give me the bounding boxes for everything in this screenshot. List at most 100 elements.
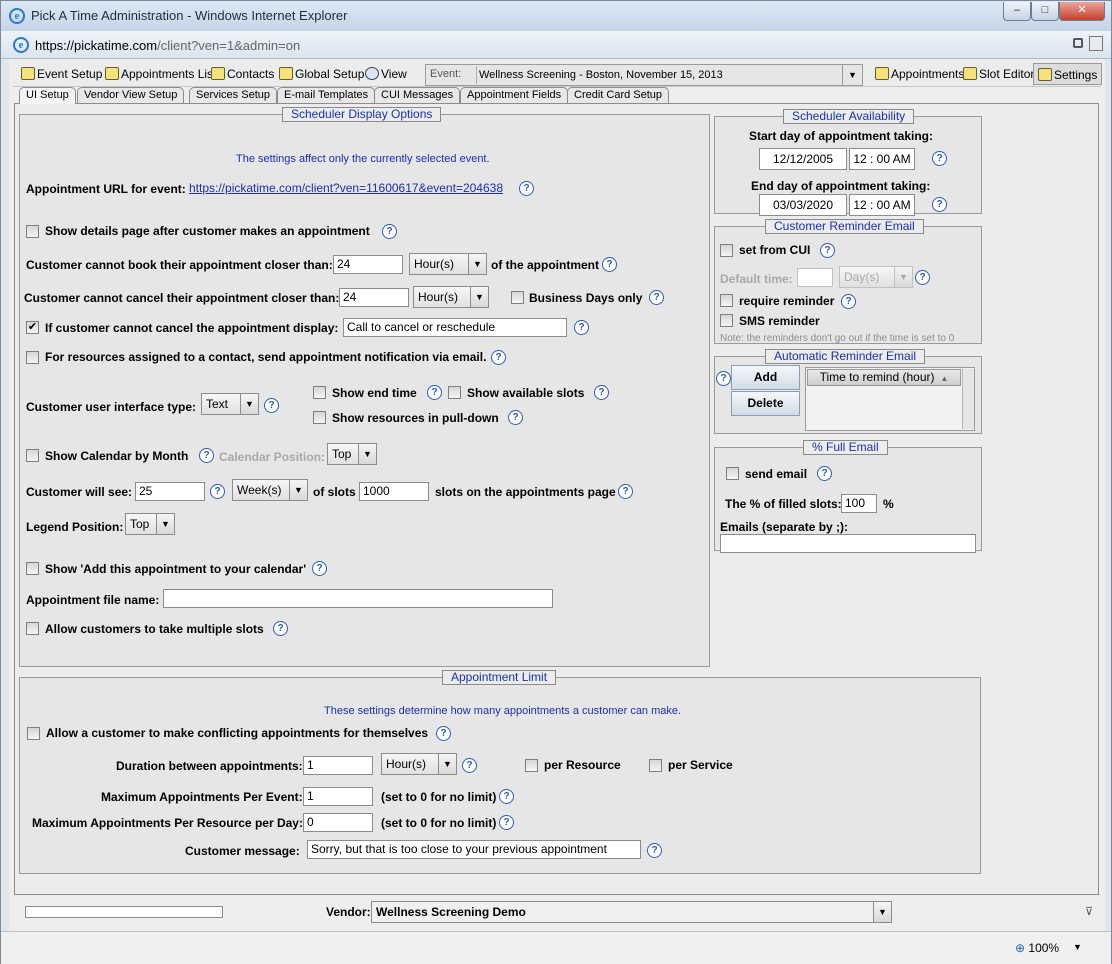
start-time-input[interactable]: 12 : 00 AM: [849, 148, 915, 170]
file-name-input[interactable]: [163, 589, 553, 608]
duration-input[interactable]: 1: [303, 756, 373, 775]
customer-see-input[interactable]: 25: [135, 482, 205, 501]
tab-vendor-view-setup[interactable]: Vendor View Setup: [77, 87, 185, 103]
calendar-position-select[interactable]: Top ▼: [327, 443, 377, 465]
require-reminder-checkbox[interactable]: [720, 294, 733, 307]
appointments-list-button[interactable]: Appointments Lis: [105, 65, 213, 83]
duration-help-icon[interactable]: ?: [462, 758, 477, 773]
multiple-slots-checkbox[interactable]: [26, 622, 39, 635]
max-resource-help-icon[interactable]: ?: [499, 815, 514, 830]
max-resource-input[interactable]: 0: [303, 813, 373, 832]
appointments-button[interactable]: Appointments: [875, 65, 964, 83]
conflicting-help-icon[interactable]: ?: [436, 726, 451, 741]
customer-see-unit-select[interactable]: Week(s) ▼: [232, 479, 308, 501]
duration-unit-select[interactable]: Hour(s) ▼: [381, 753, 457, 775]
customer-see-help-icon[interactable]: ?: [210, 484, 225, 499]
show-resources-pulldown-checkbox[interactable]: [313, 411, 326, 424]
resources-notify-checkbox[interactable]: [26, 351, 39, 364]
cancel-closer-unit-select[interactable]: Hour(s) ▼: [413, 286, 489, 308]
slot-editor-button[interactable]: Slot Editor: [963, 65, 1034, 83]
calendar-by-month-checkbox[interactable]: [26, 449, 39, 462]
customer-message-input[interactable]: Sorry, but that is too close to your pre…: [307, 840, 641, 859]
send-email-help-icon[interactable]: ?: [817, 466, 832, 481]
cancel-display-help-icon[interactable]: ?: [574, 320, 589, 335]
default-time-help-icon[interactable]: ?: [915, 270, 930, 285]
calendar-by-month-help-icon[interactable]: ?: [199, 448, 214, 463]
send-email-checkbox[interactable]: [726, 467, 739, 480]
view-button[interactable]: View: [365, 65, 407, 83]
cancel-closer-input[interactable]: 24: [339, 288, 409, 307]
book-closer-unit-select[interactable]: Hour(s) ▼: [409, 253, 487, 275]
event-dropdown-arrow-icon[interactable]: ▼: [842, 65, 862, 85]
zoom-dropdown-icon[interactable]: ▼: [1073, 942, 1082, 952]
tab-email-templates[interactable]: E-mail Templates: [277, 87, 376, 103]
slots-input[interactable]: 1000: [359, 482, 429, 501]
end-time-input[interactable]: 12 : 00 AM: [849, 194, 915, 216]
slots-help-icon[interactable]: ?: [618, 484, 633, 499]
url-text[interactable]: https://pickatime.com/client?ven=1&admin…: [35, 38, 300, 53]
tab-services-setup[interactable]: Services Setup: [189, 87, 277, 103]
resize-grip-icon[interactable]: ⊽: [1085, 905, 1093, 918]
max-event-input[interactable]: 1: [303, 787, 373, 806]
reminder-table-scrollbar[interactable]: [962, 369, 974, 429]
show-available-slots-help-icon[interactable]: ?: [594, 385, 609, 400]
vendor-select[interactable]: Wellness Screening Demo ▼: [371, 901, 892, 923]
event-selector[interactable]: Event: Wellness Screening - Boston, Nove…: [425, 64, 863, 86]
minimize-button[interactable]: –: [1003, 2, 1031, 21]
show-end-time-checkbox[interactable]: [313, 386, 326, 399]
resources-notify-help-icon[interactable]: ?: [491, 350, 506, 365]
settings-button[interactable]: Settings: [1033, 63, 1103, 85]
address-bar[interactable]: e https://pickatime.com/client?ven=1&adm…: [1, 31, 1111, 59]
require-reminder-help-icon[interactable]: ?: [841, 294, 856, 309]
book-closer-input[interactable]: 24: [333, 255, 403, 274]
tab-cui-messages[interactable]: CUI Messages: [374, 87, 461, 103]
url-help-icon[interactable]: ?: [519, 181, 534, 196]
set-from-cui-checkbox[interactable]: [720, 244, 733, 257]
appointment-url-link[interactable]: https://pickatime.com/client?ven=1160061…: [189, 181, 503, 195]
cancel-display-input[interactable]: Call to cancel or reschedule: [343, 318, 567, 337]
tab-appointment-fields[interactable]: Appointment Fields: [460, 87, 569, 103]
delete-reminder-button[interactable]: Delete: [731, 391, 800, 416]
business-days-checkbox[interactable]: [511, 291, 524, 304]
show-available-slots-checkbox[interactable]: [448, 386, 461, 399]
contacts-button[interactable]: Contacts: [211, 65, 274, 83]
show-details-checkbox[interactable]: [26, 225, 39, 238]
auto-reminder-help-icon[interactable]: ?: [716, 371, 731, 386]
conflicting-checkbox[interactable]: [27, 727, 40, 740]
tab-credit-card-setup[interactable]: Credit Card Setup: [567, 87, 670, 103]
show-resources-pulldown-help-icon[interactable]: ?: [508, 410, 523, 425]
end-day-help-icon[interactable]: ?: [932, 197, 947, 212]
tab-ui-setup[interactable]: UI Setup: [19, 87, 76, 104]
cancel-display-checkbox[interactable]: ✔: [26, 321, 39, 334]
add-calendar-checkbox[interactable]: [26, 562, 39, 575]
filled-slots-input[interactable]: 100: [841, 494, 877, 513]
maximize-button[interactable]: □: [1031, 2, 1059, 21]
start-day-help-icon[interactable]: ?: [932, 151, 947, 166]
ui-type-select[interactable]: Text ▼: [201, 393, 259, 415]
show-end-time-help-icon[interactable]: ?: [427, 385, 442, 400]
show-details-help-icon[interactable]: ?: [382, 224, 397, 239]
business-days-help-icon[interactable]: ?: [649, 290, 664, 305]
zoom-control[interactable]: ⊕ 100%: [1015, 941, 1059, 955]
reminder-table[interactable]: Time to remind (hour) ▲: [805, 367, 975, 431]
emails-input[interactable]: [720, 534, 976, 553]
multiple-slots-help-icon[interactable]: ?: [273, 621, 288, 636]
customer-message-help-icon[interactable]: ?: [647, 843, 662, 858]
book-closer-help-icon[interactable]: ?: [602, 257, 617, 272]
add-calendar-help-icon[interactable]: ?: [312, 561, 327, 576]
start-date-input[interactable]: 12/12/2005: [759, 148, 847, 170]
global-setup-button[interactable]: Global Setup: [279, 65, 364, 83]
max-event-help-icon[interactable]: ?: [499, 789, 514, 804]
default-time-input[interactable]: [797, 268, 833, 287]
add-reminder-button[interactable]: Add: [731, 365, 800, 390]
per-service-checkbox[interactable]: [649, 759, 662, 772]
event-setup-button[interactable]: Event Setup: [21, 65, 102, 83]
reminder-table-header[interactable]: Time to remind (hour) ▲: [807, 369, 961, 386]
per-resource-checkbox[interactable]: [525, 759, 538, 772]
default-time-unit-select[interactable]: Day(s) ▼: [839, 266, 913, 288]
ui-type-help-icon[interactable]: ?: [264, 398, 279, 413]
sms-reminder-checkbox[interactable]: [720, 314, 733, 327]
close-button[interactable]: ✕: [1059, 2, 1105, 21]
end-date-input[interactable]: 03/03/2020: [759, 194, 847, 216]
legend-position-select[interactable]: Top ▼: [125, 513, 175, 535]
